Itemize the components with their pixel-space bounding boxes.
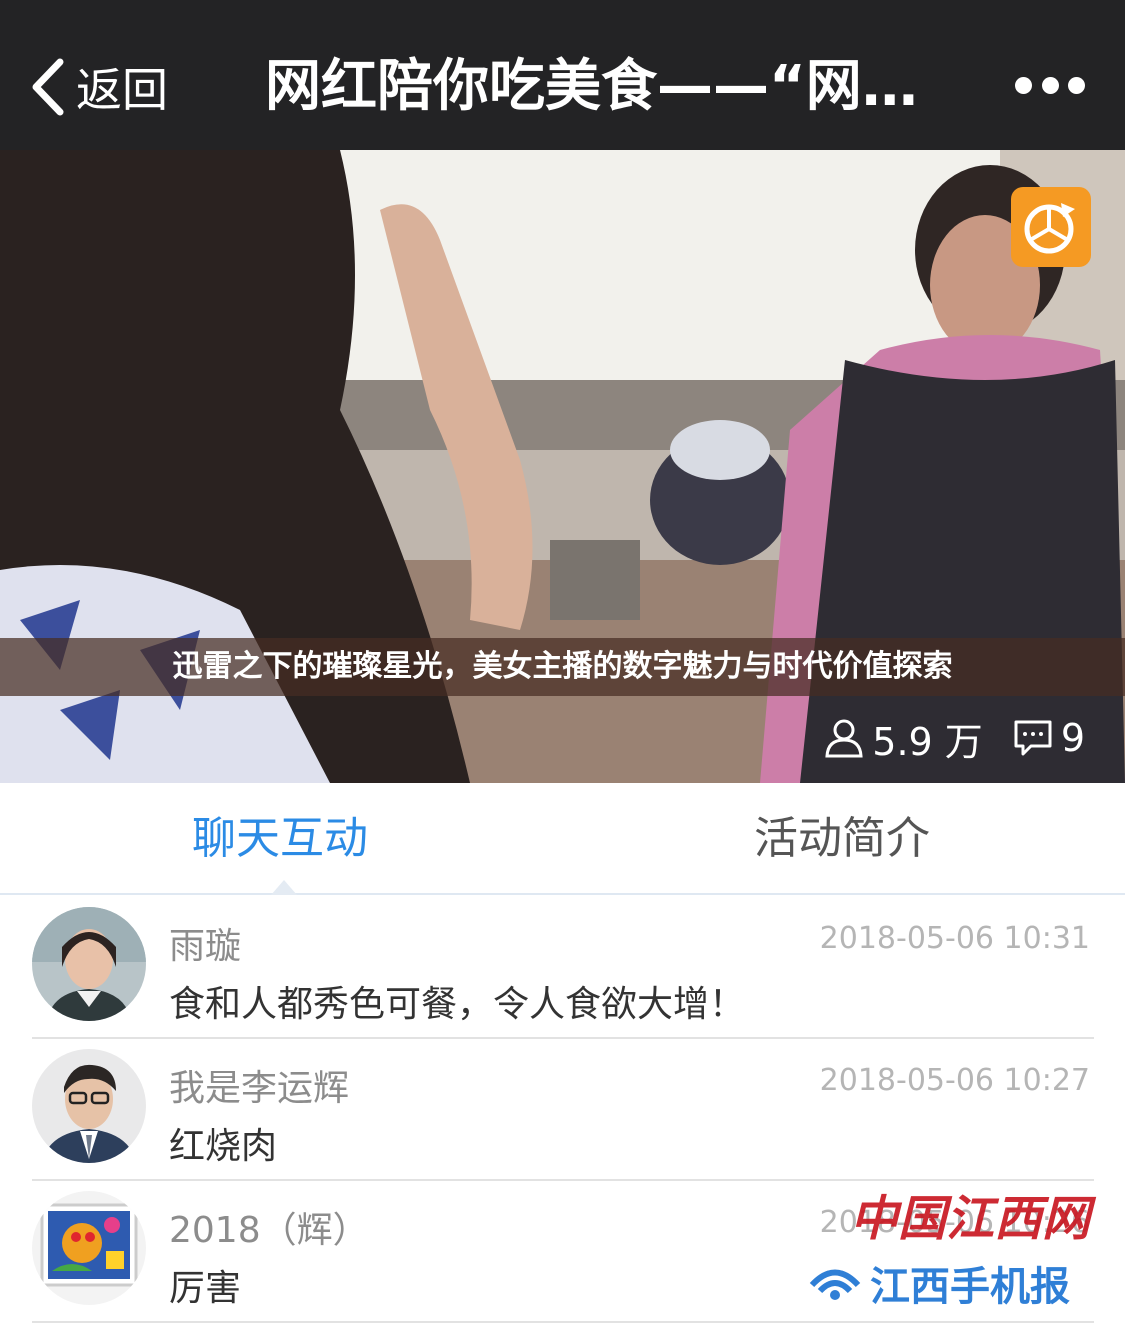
video-stats: 5.9 万 9 xyxy=(824,715,1085,764)
avatar xyxy=(32,907,146,1021)
comment-count: 9 xyxy=(1060,716,1085,760)
watermark-line1: 中国江西网 xyxy=(850,1191,1097,1247)
tab-intro[interactable]: 活动简介 xyxy=(702,783,982,893)
top-bar: 返回 网红陪你吃美食——“网… xyxy=(0,0,1125,150)
avatar xyxy=(32,1191,146,1305)
comment-text: 厉害 xyxy=(169,1268,242,1309)
user-icon xyxy=(825,719,863,758)
tab-chat[interactable]: 聊天互动 xyxy=(140,783,420,893)
video-player[interactable]: 迅雷之下的璀璨星光，美女主播的数字魅力与时代价值探索 5.9 万 9 xyxy=(0,150,1125,783)
comment-time: 2018-05-06 10:31 xyxy=(819,921,1090,956)
active-tab-indicator xyxy=(271,880,297,895)
comment-item: 我是李运辉 2018-05-06 10:27 红烧肉 xyxy=(32,1039,1094,1181)
back-button[interactable]: 返回 xyxy=(28,52,168,122)
comment-text: 食和人都秀色可餐，令人食欲大增！ xyxy=(169,984,746,1025)
tab-bar: 聊天互动 活动简介 xyxy=(0,783,1125,895)
video-caption: 迅雷之下的璀璨星光，美女主播的数字魅力与时代价值探索 xyxy=(172,649,953,684)
back-label: 返回 xyxy=(76,63,168,117)
chevron-left-icon xyxy=(32,58,64,116)
page-title: 网红陪你吃美食——“网… xyxy=(265,54,918,119)
viewer-count: 5.9 万 xyxy=(872,719,983,764)
caption-bar: 迅雷之下的璀璨星光，美女主播的数字魅力与时代价值探索 xyxy=(0,638,1125,696)
comment-time: 2018-05-06 10:27 xyxy=(819,1063,1090,1098)
comment-author: 2018（辉） xyxy=(169,1210,369,1251)
more-dot-icon xyxy=(1041,76,1059,94)
comment-item: 雨璇 2018-05-06 10:31 食和人都秀色可餐，令人食欲大增！ xyxy=(32,897,1094,1039)
watermark-line2: 江西手机报 xyxy=(870,1264,1070,1310)
app-logo-icon xyxy=(1011,187,1091,267)
comment-author: 我是李运辉 xyxy=(169,1068,350,1109)
more-options-button[interactable] xyxy=(1015,70,1085,100)
signal-icon xyxy=(809,1269,861,1300)
more-dot-icon xyxy=(1015,76,1032,94)
watermark-logo: 中国江西网 江西手机报 xyxy=(800,1185,1100,1315)
comment-icon xyxy=(1014,720,1052,756)
comment-author: 雨璇 xyxy=(169,926,242,967)
avatar xyxy=(32,1049,146,1163)
comment-text: 红烧肉 xyxy=(169,1126,278,1167)
more-dot-icon xyxy=(1068,76,1085,94)
